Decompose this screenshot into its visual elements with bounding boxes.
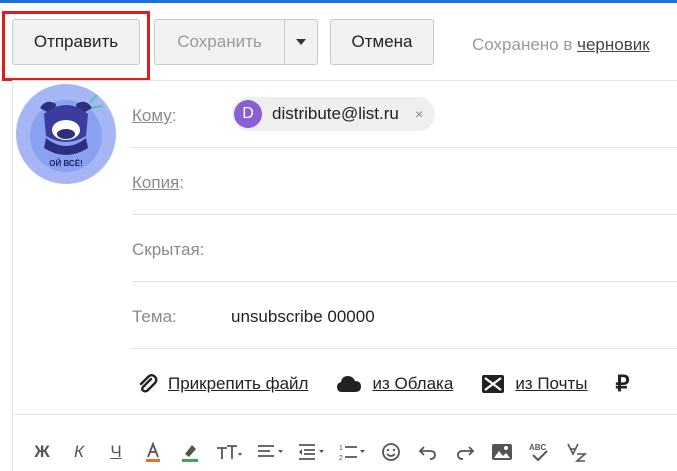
- emoji-button[interactable]: [379, 438, 403, 466]
- subject-input[interactable]: unsubscribe 00000: [231, 307, 375, 327]
- bcc-row[interactable]: Скрытая:: [132, 216, 677, 282]
- avatar[interactable]: ОЙ ВСЁ!: [16, 84, 116, 184]
- svg-text:ABC: ABC: [529, 443, 547, 452]
- draft-status-prefix: Сохранено в: [472, 35, 578, 54]
- divider: [132, 348, 677, 349]
- numbered-list-button[interactable]: 12: [338, 438, 366, 466]
- insert-image-button[interactable]: [490, 438, 514, 466]
- panda-sticker-icon: ОЙ ВСЁ!: [30, 93, 103, 172]
- paperclip-icon: [139, 374, 158, 393]
- attach-from-cloud-button[interactable]: из Облака: [336, 374, 453, 394]
- ruble-icon[interactable]: ₽: [616, 371, 630, 397]
- indent-button[interactable]: [297, 438, 325, 466]
- avatar-caption: ОЙ ВСЁ!: [49, 159, 82, 168]
- font-size-icon: [217, 445, 242, 459]
- bcc-label: Скрытая:: [132, 240, 205, 259]
- align-left-icon: [258, 445, 283, 457]
- text-color-button[interactable]: [141, 438, 165, 466]
- drafts-link[interactable]: черновик: [577, 35, 650, 54]
- bold-button[interactable]: Ж: [30, 438, 54, 466]
- subject-row[interactable]: Тема: unsubscribe 00000: [132, 283, 677, 349]
- format-toolbar: Ж К Ч 12 ABC: [30, 438, 601, 466]
- cc-label[interactable]: Копия:: [132, 173, 184, 193]
- font-size-button[interactable]: [215, 438, 243, 466]
- text-color-icon: [146, 441, 160, 462]
- compose-toolbar: Отправить Сохранить Отмена Сохранено в ч…: [0, 3, 677, 81]
- cc-label-text: Копия: [132, 173, 180, 192]
- image-icon: [492, 444, 512, 460]
- to-label[interactable]: Кому:: [132, 106, 176, 126]
- cc-row[interactable]: Копия:: [132, 149, 677, 215]
- remove-recipient-icon[interactable]: ×: [415, 106, 423, 122]
- smiley-icon: [382, 443, 400, 461]
- align-button[interactable]: [256, 438, 284, 466]
- divider: [12, 414, 677, 415]
- send-button[interactable]: Отправить: [12, 19, 140, 65]
- indent-icon: [299, 444, 324, 460]
- numbered-list-icon: 12: [339, 445, 365, 462]
- svg-text:2: 2: [339, 455, 343, 462]
- save-menu-button[interactable]: [284, 19, 318, 65]
- highlighter-icon: [182, 445, 198, 462]
- undo-button[interactable]: [416, 438, 440, 466]
- italic-button[interactable]: К: [67, 438, 91, 466]
- to-label-colon: :: [171, 106, 177, 125]
- redo-button[interactable]: [453, 438, 477, 466]
- save-button[interactable]: Сохранить: [154, 19, 284, 65]
- caret-down-icon: [296, 39, 306, 45]
- draft-status: Сохранено в черновик: [472, 35, 650, 55]
- attach-from-mail-button[interactable]: из Почты: [481, 374, 588, 394]
- divider: [132, 281, 677, 282]
- attach-from-cloud-label: из Облака: [372, 374, 454, 393]
- cc-label-colon: :: [179, 173, 184, 192]
- recipient-initial: D: [234, 100, 262, 128]
- svg-text:1: 1: [339, 445, 343, 452]
- attach-from-mail-label: из Почты: [515, 374, 588, 393]
- attach-file-button[interactable]: Прикрепить файл: [136, 373, 308, 395]
- cloud-icon: [337, 376, 362, 392]
- highlight-color-button[interactable]: [178, 438, 202, 466]
- to-row: Кому: D distribute@list.ru ×: [132, 82, 677, 148]
- translate-icon: [567, 443, 587, 462]
- spellcheck-icon: ABC: [529, 443, 548, 462]
- divider: [132, 214, 677, 215]
- mail-icon: [482, 375, 505, 393]
- redo-icon: [457, 446, 475, 460]
- to-label-text: Кому: [132, 106, 172, 125]
- recipient-chip[interactable]: D distribute@list.ru ×: [232, 97, 436, 131]
- attachments-bar: Прикрепить файл из Облака из Почты ₽: [136, 371, 630, 397]
- cancel-button[interactable]: Отмена: [330, 19, 434, 65]
- undo-icon: [418, 446, 436, 460]
- subject-label: Тема:: [132, 307, 177, 326]
- divider: [132, 147, 677, 148]
- recipient-email: distribute@list.ru: [272, 104, 399, 123]
- attach-file-label: Прикрепить файл: [168, 374, 309, 393]
- spellcheck-button[interactable]: ABC: [527, 438, 551, 466]
- underline-button[interactable]: Ч: [104, 438, 128, 466]
- translate-button[interactable]: [564, 438, 588, 466]
